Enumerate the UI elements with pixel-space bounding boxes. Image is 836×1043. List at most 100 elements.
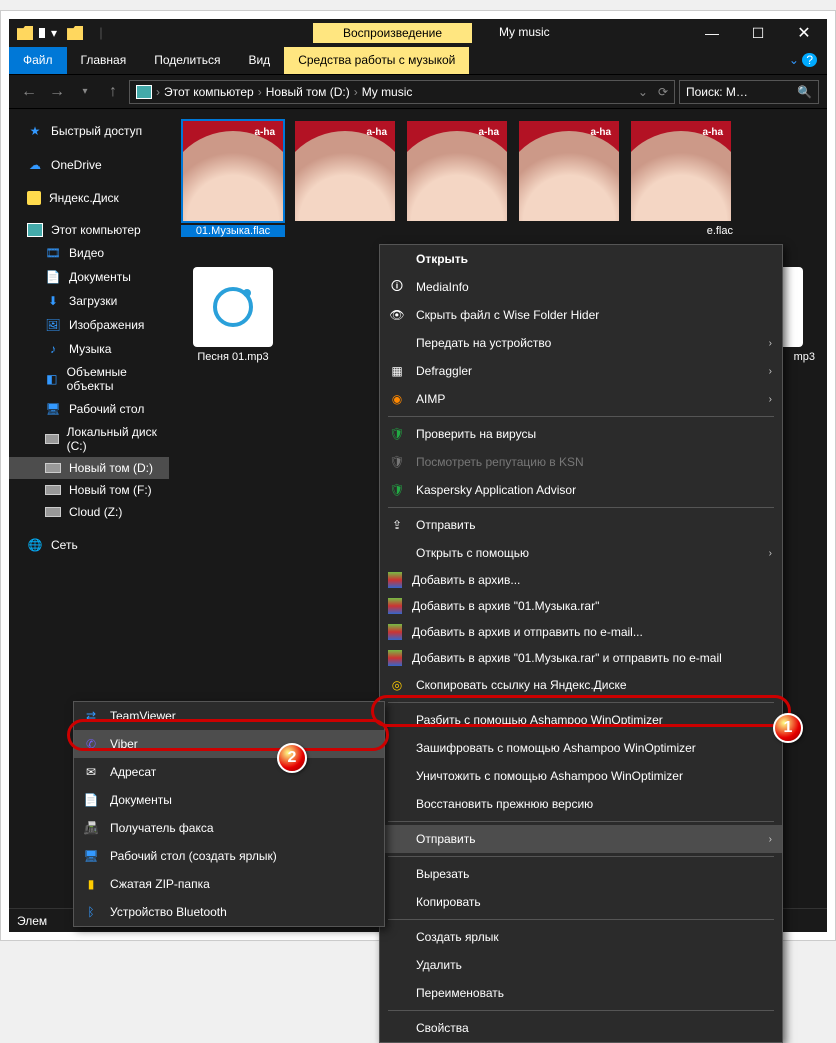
sendto-viber[interactable]: ✆Viber — [74, 730, 384, 758]
view-tab[interactable]: Вид — [234, 47, 284, 74]
sidebar-item-video[interactable]: 🎞Видео — [9, 241, 169, 265]
sidebar-item-desktop[interactable]: 🖥Рабочий стол — [9, 397, 169, 421]
up-button[interactable]: ↑ — [101, 80, 125, 104]
share-tab[interactable]: Поделиться — [140, 47, 234, 74]
ctx-add-archive[interactable]: Добавить в архив... — [380, 567, 782, 593]
viber-icon: ✆ — [82, 735, 100, 753]
fax-icon: 📠 — [82, 819, 100, 837]
sidebar-item-drive-f[interactable]: Новый том (F:) — [9, 479, 169, 501]
sendto-zip[interactable]: ▮Сжатая ZIP-папка — [74, 870, 384, 898]
address-dropdown-icon[interactable]: ⌄ — [638, 85, 648, 99]
sendto-documents[interactable]: 📄Документы — [74, 786, 384, 814]
ctx-cut[interactable]: Вырезать — [380, 860, 782, 888]
document-icon: 📄 — [82, 791, 100, 809]
ctx-aimp[interactable]: ◉AIMP› — [380, 385, 782, 413]
breadcrumb[interactable]: My music — [362, 85, 413, 99]
ctx-shortcut[interactable]: Создать ярлык — [380, 923, 782, 951]
document-icon: 📄 — [45, 269, 61, 285]
file-item[interactable] — [293, 121, 397, 237]
sendto-fax[interactable]: 📠Получатель факса — [74, 814, 384, 842]
yandex-disk-icon — [27, 191, 41, 205]
ctx-ashampoo-encrypt[interactable]: Зашифровать с помощью Ashampoo WinOptimi… — [380, 734, 782, 762]
folder-icon — [17, 26, 33, 40]
sendto-address[interactable]: ✉Адресат — [74, 758, 384, 786]
drive-icon — [45, 507, 61, 517]
sidebar-yandex-disk[interactable]: Яндекс.Диск — [9, 187, 169, 209]
address-bar[interactable]: › Этот компьютер › Новый том (D:) › My m… — [129, 80, 675, 104]
ctx-copy[interactable]: Копировать — [380, 888, 782, 916]
ctx-yadisk-link[interactable]: ◎Скопировать ссылку на Яндекс.Диске — [380, 671, 782, 699]
sendto-teamviewer[interactable]: ⇄TeamViewer — [74, 702, 384, 730]
wise-icon: 👁 — [388, 306, 406, 324]
sidebar-item-drive-d[interactable]: Новый том (D:) — [9, 457, 169, 479]
ctx-open[interactable]: Открыть — [380, 245, 782, 273]
shield-icon: 🛡 — [388, 481, 406, 499]
video-icon: 🎞 — [45, 245, 61, 261]
ctx-restore-prev[interactable]: Восстановить прежнюю версию — [380, 790, 782, 818]
close-button[interactable]: ✕ — [781, 19, 827, 47]
file-item-selected[interactable]: 01.Музыка.flac — [181, 121, 285, 237]
minimize-button[interactable]: — — [689, 19, 735, 47]
mp3-icon — [193, 267, 273, 347]
refresh-icon[interactable]: ⟳ — [658, 85, 668, 99]
sidebar-item-3d[interactable]: ◧Объемные объекты — [9, 361, 169, 397]
sidebar-item-documents[interactable]: 📄Документы — [9, 265, 169, 289]
shield-icon: 🛡 — [388, 425, 406, 443]
file-item[interactable]: Песня 01.mp3 — [181, 267, 285, 363]
sidebar-this-pc[interactable]: Этот компьютер — [9, 219, 169, 241]
sidebar-item-pictures[interactable]: 🖼Изображения — [9, 313, 169, 337]
sidebar-item-drive-c[interactable]: Локальный диск (C:) — [9, 421, 169, 457]
file-item[interactable]: e.flac — [629, 121, 733, 237]
sidebar-item-music[interactable]: ♪Музыка — [9, 337, 169, 361]
file-label: Песня 01.mp3 — [181, 351, 285, 363]
ctx-kaspersky-advisor[interactable]: 🛡Kaspersky Application Advisor — [380, 476, 782, 504]
ctx-defraggler[interactable]: ▦Defraggler› — [380, 357, 782, 385]
ctx-wise-hider[interactable]: 👁Скрыть файл с Wise Folder Hider — [380, 301, 782, 329]
history-button[interactable]: ▾ — [73, 80, 97, 104]
file-label: 01.Музыка.flac — [181, 225, 285, 237]
ctx-send-to[interactable]: Отправить› — [380, 825, 782, 853]
sidebar-onedrive[interactable]: ☁OneDrive — [9, 153, 169, 177]
breadcrumb[interactable]: Этот компьютер — [164, 85, 254, 99]
file-item[interactable] — [517, 121, 621, 237]
ctx-virus-check[interactable]: 🛡Проверить на вирусы — [380, 420, 782, 448]
ctx-cast[interactable]: Передать на устройство› — [380, 329, 782, 357]
ctx-share[interactable]: ⇪Отправить — [380, 511, 782, 539]
forward-button[interactable]: → — [45, 80, 69, 104]
file-item[interactable] — [405, 121, 509, 237]
ctx-properties[interactable]: Свойства — [380, 1014, 782, 1042]
ctx-archive-named-email[interactable]: Добавить в архив "01.Музыка.rar" и отпра… — [380, 645, 782, 671]
desktop-icon: 🖥 — [45, 401, 61, 417]
album-cover-icon — [407, 121, 507, 221]
maximize-button[interactable]: ☐ — [735, 19, 781, 47]
explorer-window: ▾ ｜ Воспроизведение My music — ☐ ✕ Файл … — [9, 19, 827, 932]
qat-check-icon[interactable]: ▾ — [51, 26, 57, 40]
ctx-ashampoo-destroy[interactable]: Уничтожить с помощью Ashampoo WinOptimiz… — [380, 762, 782, 790]
playback-tab[interactable]: Воспроизведение — [313, 23, 472, 43]
sendto-bluetooth[interactable]: ᛒУстройство Bluetooth — [74, 898, 384, 926]
ctx-archive-email[interactable]: Добавить в архив и отправить по e-mail..… — [380, 619, 782, 645]
back-button[interactable]: ← — [17, 80, 41, 104]
ctx-delete[interactable]: Удалить — [380, 951, 782, 979]
sendto-desktop-shortcut[interactable]: 🖥Рабочий стол (создать ярлык) — [74, 842, 384, 870]
sidebar-network[interactable]: 🌐Сеть — [9, 533, 169, 557]
file-tab[interactable]: Файл — [9, 47, 67, 74]
downloads-icon: ⬇ — [45, 293, 61, 309]
search-input[interactable]: Поиск: M…🔍 — [679, 80, 819, 104]
music-tools-tab[interactable]: Средства работы с музыкой — [284, 47, 469, 74]
ctx-rename[interactable]: Переименовать — [380, 979, 782, 1007]
ctx-add-archive-named[interactable]: Добавить в архив "01.Музыка.rar" — [380, 593, 782, 619]
ribbon-tabs: Файл Главная Поделиться Вид Средства раб… — [9, 47, 827, 75]
sidebar-item-downloads[interactable]: ⬇Загрузки — [9, 289, 169, 313]
annotation-badge-1: 1 — [773, 713, 803, 743]
ctx-ashampoo-split[interactable]: Разбить с помощью Ashampoo WinOptimizer — [380, 706, 782, 734]
star-icon: ★ — [27, 123, 43, 139]
qat-drop-icon[interactable]: ｜ — [95, 25, 107, 42]
home-tab[interactable]: Главная — [67, 47, 141, 74]
ctx-mediainfo[interactable]: 🛈MediaInfo — [380, 273, 782, 301]
breadcrumb[interactable]: Новый том (D:) — [266, 85, 350, 99]
sidebar-item-cloud-z[interactable]: Cloud (Z:) — [9, 501, 169, 523]
sidebar-quick-access[interactable]: ★Быстрый доступ — [9, 119, 169, 143]
ctx-open-with[interactable]: Открыть с помощью› — [380, 539, 782, 567]
ribbon-expand-icon[interactable]: ⌄ ? — [779, 47, 827, 74]
